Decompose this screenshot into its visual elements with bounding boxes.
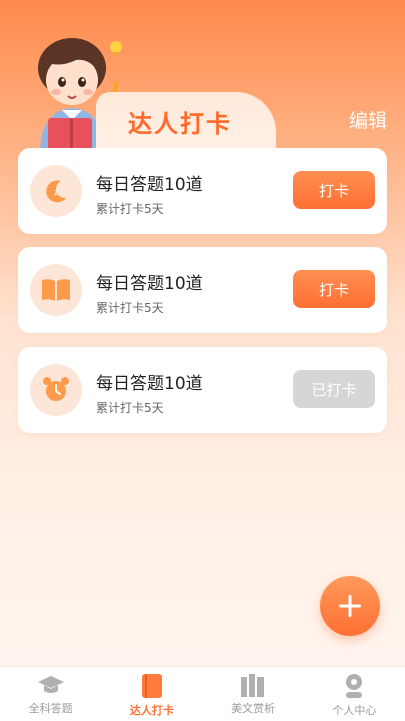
header: 达人打卡 编辑 [0,0,405,150]
plus-icon [339,595,361,617]
nav-label: 美文赏析 [231,702,276,715]
checkin-card: 每日答题10道 累计打卡5天 打卡 [18,247,387,333]
card-subtitle: 累计打卡5天 [96,401,164,415]
moon-icon: z [30,165,82,217]
nav-label: 全科答题 [28,702,73,715]
checked-in-button[interactable]: 已打卡 [293,370,375,408]
card-subtitle: 累计打卡5天 [96,301,164,315]
nav-item-checkin[interactable]: 达人打卡 [101,667,202,721]
book-icon [30,264,82,316]
checkin-button[interactable]: 打卡 [293,270,375,308]
edit-button[interactable]: 编辑 [349,106,387,133]
bottom-nav: 全科答题 达人打卡 美文赏析 个人中心 [0,666,405,721]
card-title: 每日答题10道 [96,175,203,195]
book-icon [141,674,162,698]
alarm-clock-icon [30,364,82,416]
add-button[interactable] [320,576,380,636]
nav-item-all-subjects[interactable]: 全科答题 [0,667,101,721]
lightbulb-icon [110,41,122,55]
nav-label: 达人打卡 [129,704,174,717]
svg-text:z: z [54,188,59,198]
checkin-button[interactable]: 打卡 [293,171,375,209]
user-icon [346,674,363,698]
checkin-card: 每日答题10道 累计打卡5天 已打卡 [18,347,387,433]
books-icon [241,674,265,697]
card-title: 每日答题10道 [96,274,203,294]
nav-item-essays[interactable]: 美文赏析 [203,667,304,721]
card-subtitle: 累计打卡5天 [96,202,164,216]
nav-label: 个人中心 [332,704,377,717]
page-title: 达人打卡 [128,110,232,138]
graduation-cap-icon [37,676,64,693]
nav-item-profile[interactable]: 个人中心 [304,667,405,721]
checkin-card: z 每日答题10道 累计打卡5天 打卡 [18,148,387,234]
card-title: 每日答题10道 [96,374,203,394]
